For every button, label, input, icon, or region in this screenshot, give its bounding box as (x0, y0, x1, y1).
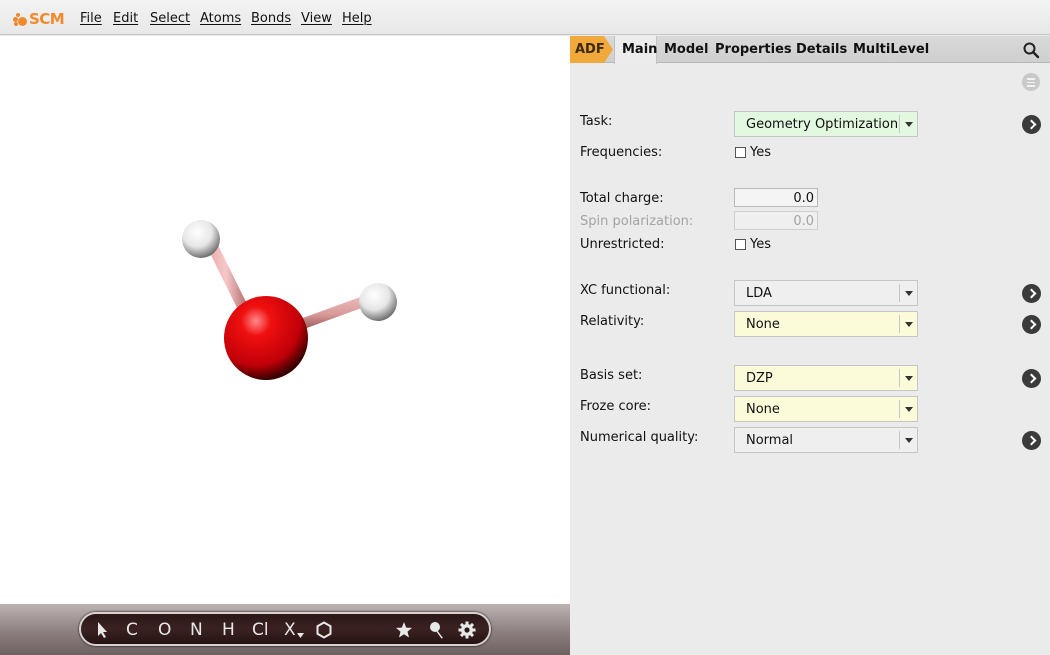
gear-icon[interactable] (458, 621, 476, 639)
numerical-quality-select[interactable]: Normal (734, 427, 918, 453)
froze-core-value: None (746, 402, 780, 417)
toolbar-carbon[interactable]: C (126, 620, 138, 640)
menu-view[interactable]: View (301, 11, 332, 26)
froze-core-select[interactable]: None (734, 396, 918, 422)
numerical-quality-details-button[interactable] (1022, 431, 1041, 450)
tab-multilevel[interactable]: MultiLevel (853, 42, 929, 57)
unrestricted-checkbox[interactable] (735, 239, 746, 250)
unrestricted-label: Unrestricted: (580, 237, 665, 252)
task-details-button[interactable] (1022, 115, 1041, 134)
pin-icon[interactable] (429, 621, 445, 639)
chevron-down-icon (899, 284, 917, 302)
task-select[interactable]: Geometry Optimization (734, 111, 918, 137)
tab-model[interactable]: Model (664, 42, 708, 57)
basis-set-details-button[interactable] (1022, 369, 1041, 388)
menu-bar: SCM File Edit Select Atoms Bonds View He… (0, 0, 1050, 35)
xc-functional-value: LDA (746, 286, 772, 301)
spin-polarization-input: 0.0 (734, 211, 818, 230)
toolbar-chlorine[interactable]: Cl (252, 620, 269, 640)
relativity-select[interactable]: None (734, 311, 918, 337)
menu-atoms[interactable]: Atoms (200, 11, 241, 26)
xc-functional-label: XC functional: (580, 283, 671, 298)
toolbar-other-element[interactable]: X (284, 620, 296, 640)
atom-toolbar: C O N H Cl X (79, 612, 491, 646)
chevron-down-icon (899, 369, 917, 387)
xc-functional-select[interactable]: LDA (734, 280, 918, 306)
tab-adf[interactable]: ADF (570, 36, 613, 63)
chevron-down-icon (899, 400, 917, 418)
spin-polarization-label: Spin polarization: (580, 214, 694, 229)
search-icon[interactable] (1022, 41, 1040, 59)
numerical-quality-label: Numerical quality: (580, 430, 699, 445)
menu-edit[interactable]: Edit (113, 11, 138, 26)
basis-set-label: Basis set: (580, 368, 643, 383)
xc-functional-details-button[interactable] (1022, 284, 1041, 303)
toolbar-oxygen[interactable]: O (158, 620, 171, 640)
atom-hydrogen-1[interactable] (182, 220, 220, 258)
chevron-down-icon (899, 431, 917, 449)
frequencies-label: Frequencies: (580, 145, 663, 160)
toolbar-hydrogen[interactable]: H (222, 620, 235, 640)
panel-menu-icon[interactable] (1022, 73, 1040, 91)
tab-details[interactable]: Details (796, 42, 847, 57)
relativity-value: None (746, 317, 780, 332)
logo-icon (11, 11, 29, 27)
logo-text: SCM (29, 10, 65, 28)
settings-panel: ADF Main Model Properties Details MultiL… (570, 36, 1050, 655)
tab-bar: ADF Main Model Properties Details MultiL… (570, 36, 1050, 64)
basis-set-value: DZP (746, 371, 773, 386)
toolbar-area: C O N H Cl X (0, 604, 570, 655)
task-value: Geometry Optimization (746, 117, 899, 132)
relativity-details-button[interactable] (1022, 315, 1041, 334)
numerical-quality-value: Normal (746, 433, 794, 448)
scm-logo[interactable]: SCM (11, 10, 65, 28)
menu-bonds[interactable]: Bonds (251, 11, 291, 26)
chevron-down-icon (899, 315, 917, 333)
total-charge-input[interactable]: 0.0 (734, 188, 818, 207)
total-charge-label: Total charge: (580, 191, 664, 206)
ring-icon[interactable] (315, 621, 333, 639)
chevron-down-icon[interactable] (297, 633, 304, 638)
menu-file[interactable]: File (80, 11, 102, 26)
unrestricted-checkbox-label[interactable]: Yes (750, 237, 771, 252)
tab-main[interactable]: Main (614, 36, 657, 64)
basis-set-select[interactable]: DZP (734, 365, 918, 391)
menu-select[interactable]: Select (150, 11, 190, 26)
froze-core-label: Froze core: (580, 399, 652, 414)
toolbar-nitrogen[interactable]: N (190, 620, 203, 640)
star-icon[interactable] (395, 621, 413, 639)
task-label: Task: (580, 114, 613, 129)
molecule-viewer[interactable] (0, 36, 570, 604)
relativity-label: Relativity: (580, 314, 645, 329)
atom-oxygen[interactable] (224, 296, 308, 380)
atom-hydrogen-2[interactable] (359, 283, 397, 321)
select-arrow-icon[interactable] (96, 621, 110, 639)
menu-help[interactable]: Help (342, 11, 372, 26)
frequencies-checkbox-label[interactable]: Yes (750, 145, 771, 160)
chevron-down-icon (899, 115, 917, 133)
tab-properties[interactable]: Properties (715, 42, 792, 57)
molecule-canvas[interactable] (0, 36, 570, 604)
frequencies-checkbox[interactable] (735, 147, 746, 158)
